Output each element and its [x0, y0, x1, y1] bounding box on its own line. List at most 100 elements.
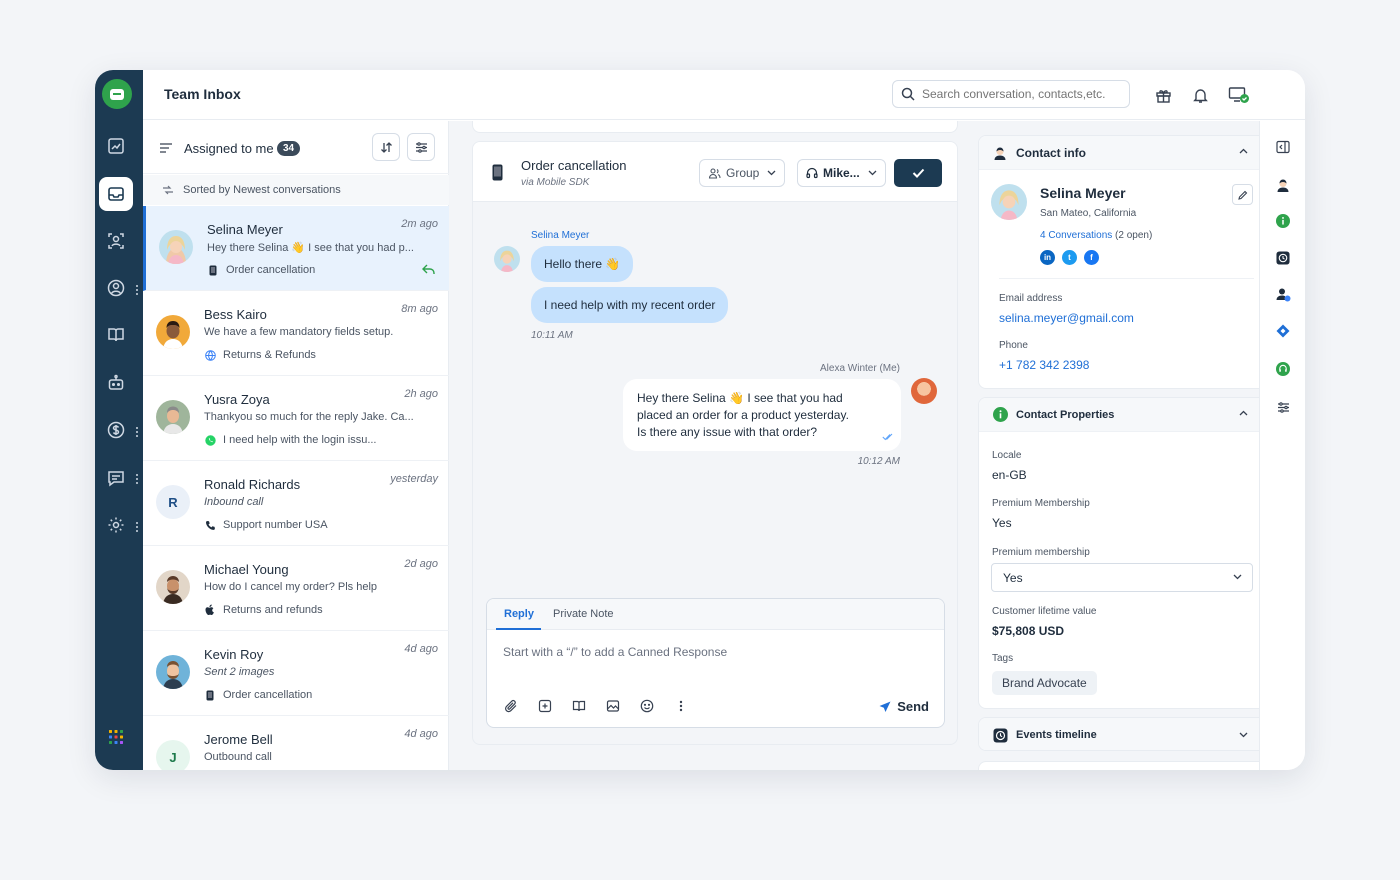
chevron-down-icon[interactable]: [1239, 732, 1248, 738]
assigned-filter-label[interactable]: Assigned to me: [184, 141, 274, 156]
messages-more-icon[interactable]: [135, 473, 139, 485]
emoji-icon[interactable]: [639, 698, 655, 714]
contact-avatar: [156, 315, 190, 349]
premium-membership-select[interactable]: Yes: [991, 563, 1253, 592]
status-monitor-icon[interactable]: [1228, 84, 1250, 106]
settings-gear-icon[interactable]: [99, 508, 133, 542]
group-label: Group: [726, 166, 760, 180]
page-title: Team Inbox: [164, 86, 241, 102]
sliders-icon[interactable]: [1275, 399, 1291, 415]
clock-icon[interactable]: [1275, 250, 1291, 266]
messages-icon[interactable]: [99, 461, 133, 495]
chevron-up-icon[interactable]: [1239, 148, 1248, 154]
user-settings-icon[interactable]: [1275, 286, 1291, 302]
settings-more-icon[interactable]: [135, 521, 139, 533]
message-line: placed an order for a product yesterday.: [637, 408, 849, 422]
agent-select[interactable]: Mike...: [797, 159, 886, 187]
tag-chip[interactable]: Brand Advocate: [992, 671, 1097, 695]
contact-properties-title: Contact Properties: [1016, 408, 1115, 421]
conversation-item-michael-young[interactable]: Michael Young 2d ago How do I cancel my …: [143, 546, 449, 631]
global-search[interactable]: [892, 80, 1130, 108]
sender-avatar: [494, 246, 520, 272]
pencil-icon: [1237, 190, 1247, 200]
knowledge-book-icon[interactable]: [99, 318, 133, 352]
filter-settings-button[interactable]: [407, 133, 435, 161]
sorted-by-label: Sorted by Newest conversations: [183, 184, 341, 196]
app-logo[interactable]: [102, 79, 132, 109]
group-icon: [708, 168, 721, 179]
outgoing-message: Hey there Selina 👋 I see that you had pl…: [623, 379, 901, 451]
inbox-icon[interactable]: [99, 177, 133, 211]
conversation-time: yesterday: [390, 473, 438, 485]
attachment-icon[interactable]: [503, 698, 519, 714]
contact-properties-header[interactable]: Contact Properties: [979, 398, 1266, 432]
phone-value[interactable]: +1 782 342 2398: [999, 358, 1089, 372]
account-more-icon[interactable]: [135, 284, 139, 296]
collapse-panel-icon[interactable]: [1275, 139, 1291, 155]
email-value[interactable]: selina.meyer@gmail.com: [999, 311, 1134, 325]
edit-contact-button[interactable]: [1232, 184, 1253, 205]
contact-info-card: Contact info Selina Meyer San Mateo, Cal…: [978, 135, 1267, 389]
conversation-channel: via Mobile SDK: [521, 177, 590, 188]
contact-person-icon[interactable]: [1275, 177, 1291, 193]
apps-grid-icon[interactable]: [99, 720, 133, 754]
search-input[interactable]: [922, 87, 1122, 101]
bot-icon[interactable]: [99, 366, 133, 400]
contact-avatar: [156, 400, 190, 434]
jira-diamond-icon[interactable]: [1275, 323, 1291, 339]
conversations-link[interactable]: 4 Conversations: [1040, 230, 1112, 241]
resolve-button[interactable]: [894, 159, 942, 187]
contact-avatar-initial: R: [156, 485, 190, 519]
canned-response-icon[interactable]: [537, 698, 553, 714]
contact-name: Jerome Bell: [204, 732, 273, 747]
list-header: Assigned to me 34: [143, 121, 449, 174]
gift-icon[interactable]: [1152, 84, 1174, 106]
events-timeline-header[interactable]: Events timeline: [979, 718, 1266, 750]
conversation-item-selina-meyer[interactable]: Selina Meyer 2m ago Hey there Selina 👋 I…: [143, 206, 449, 291]
info-icon[interactable]: [1275, 213, 1291, 229]
call-icon: [204, 519, 216, 531]
conversation-item-kevin-roy[interactable]: Kevin Roy 4d ago Sent 2 images Order can…: [143, 631, 449, 716]
conversation-item-jerome-bell[interactable]: J Jerome Bell 4d ago Outbound call: [143, 716, 449, 770]
conversation-item-yusra-zoya[interactable]: Yusra Zoya 2h ago Thankyou so much for t…: [143, 376, 449, 461]
contact-info-header[interactable]: Contact info: [979, 136, 1266, 170]
app-window: Team Inbox Assigned to me 34: [95, 70, 1305, 770]
dashboard-icon[interactable]: [99, 129, 133, 163]
knowledge-base-icon[interactable]: [571, 698, 587, 714]
headset-icon: [806, 167, 818, 179]
facebook-icon[interactable]: f: [1084, 250, 1099, 265]
locale-value: en-GB: [992, 468, 1027, 482]
message-line: Is there any issue with that order?: [637, 425, 818, 439]
whatsapp-icon: [204, 434, 216, 446]
topic-label: Returns & Refunds: [223, 349, 316, 361]
conversation-item-bess-kairo[interactable]: Bess Kairo 8m ago We have a few mandator…: [143, 291, 449, 376]
group-select[interactable]: Group: [699, 159, 786, 187]
twitter-icon[interactable]: t: [1062, 250, 1077, 265]
side-panel-rail: [1259, 121, 1305, 770]
headset-app-icon[interactable]: [1275, 361, 1291, 377]
more-options-icon[interactable]: [673, 698, 689, 714]
billing-icon[interactable]: [99, 413, 133, 447]
notification-bell-icon[interactable]: [1189, 84, 1211, 106]
image-icon[interactable]: [605, 698, 621, 714]
contacts-icon[interactable]: [99, 224, 133, 258]
premium-label: Premium Membership: [992, 498, 1090, 509]
send-button[interactable]: Send: [879, 699, 929, 714]
account-icon[interactable]: [99, 271, 133, 305]
conversation-snippet: Thankyou so much for the reply Jake. Ca.…: [204, 411, 414, 423]
billing-more-icon[interactable]: [135, 426, 139, 438]
tab-reply[interactable]: Reply: [504, 608, 534, 620]
conversation-snippet: Hey there Selina 👋 I see that you had p.…: [207, 242, 414, 254]
conversation-list-pane: Assigned to me 34 Sorted by Newest conve…: [143, 121, 449, 770]
chevron-up-icon[interactable]: [1239, 410, 1248, 416]
reply-composer: Reply Private Note Start with a “/” to a…: [486, 598, 945, 728]
search-icon: [901, 87, 915, 101]
conversation-item-ronald-richards[interactable]: R Ronald Richards yesterday Inbound call…: [143, 461, 449, 546]
conversation-time: 2d ago: [404, 558, 438, 570]
linkedin-icon[interactable]: in: [1040, 250, 1055, 265]
menu-lines-icon[interactable]: [160, 143, 172, 153]
tab-private-note[interactable]: Private Note: [553, 608, 614, 620]
message-input[interactable]: Start with a “/” to add a Canned Respons…: [503, 645, 727, 659]
locale-label: Locale: [992, 450, 1022, 461]
sort-order-button[interactable]: [372, 133, 400, 161]
